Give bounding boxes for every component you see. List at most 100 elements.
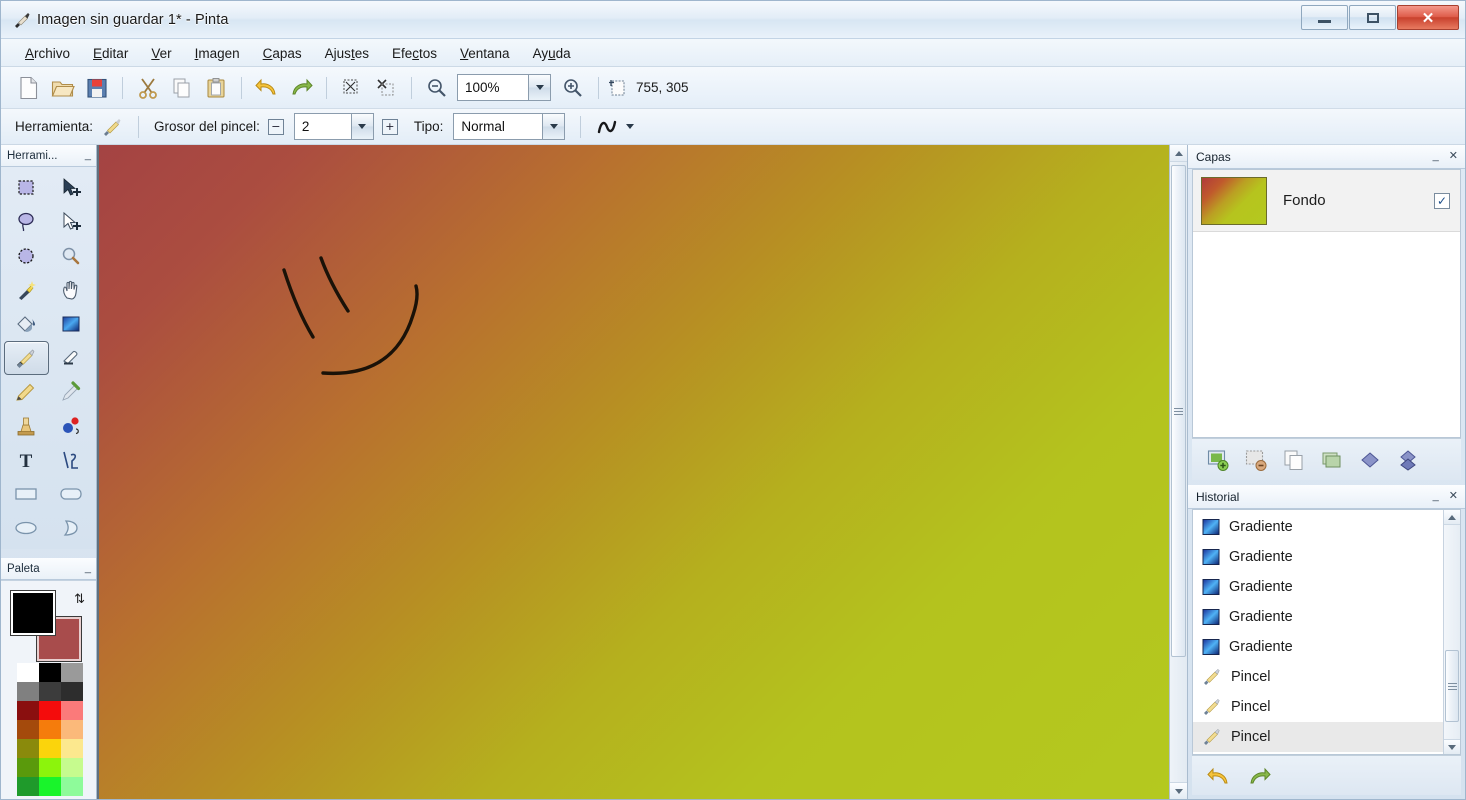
tool-zoom[interactable] — [49, 239, 94, 273]
brush-stroke-button[interactable] — [596, 117, 635, 137]
open-button[interactable] — [47, 73, 79, 103]
history-scroll-up-button[interactable] — [1444, 510, 1460, 525]
history-item[interactable]: Gradiente — [1193, 542, 1460, 572]
move-layer-up-button[interactable] — [1358, 448, 1382, 472]
swatch[interactable] — [17, 682, 39, 701]
history-scrollbar[interactable] — [1443, 510, 1460, 754]
redo-button[interactable] — [285, 73, 317, 103]
history-undo-button[interactable] — [1206, 765, 1232, 787]
zoom-out-button[interactable] — [421, 73, 453, 103]
scroll-up-button[interactable] — [1170, 145, 1187, 162]
history-list[interactable]: Gradiente Gradiente Gradiente Gradiente … — [1192, 509, 1461, 755]
tools-panel-minimize-icon[interactable]: _ — [85, 150, 91, 161]
history-scroll-thumb[interactable] — [1445, 650, 1459, 722]
swatch[interactable] — [17, 663, 39, 682]
swatch[interactable] — [17, 720, 39, 739]
zoom-in-button[interactable] — [557, 73, 589, 103]
thickness-combo[interactable]: 2 — [293, 113, 374, 140]
history-item[interactable]: Gradiente — [1193, 512, 1460, 542]
scroll-down-button[interactable] — [1170, 782, 1187, 799]
palette-panel-minimize-icon[interactable]: _ — [85, 563, 91, 574]
tool-ellipse-select[interactable] — [4, 239, 49, 273]
zoom-value-field[interactable]: 100% — [457, 74, 529, 101]
undo-button[interactable] — [251, 73, 283, 103]
blend-type-dropdown-arrow[interactable] — [543, 113, 566, 140]
tool-move-selection[interactable] — [49, 205, 94, 239]
new-button[interactable] — [13, 73, 45, 103]
brush-stroke-dropdown-arrow[interactable] — [626, 124, 635, 129]
image-canvas[interactable] — [99, 145, 1169, 799]
tool-color-picker[interactable] — [49, 375, 94, 409]
tool-line-curve[interactable] — [49, 443, 94, 477]
paste-button[interactable] — [200, 73, 232, 103]
tool-gradient[interactable] — [49, 307, 94, 341]
merge-layer-down-button[interactable] — [1320, 448, 1344, 472]
swatch[interactable] — [61, 663, 83, 682]
tool-clone-stamp[interactable] — [4, 409, 49, 443]
swatch[interactable] — [61, 758, 83, 777]
menu-ver[interactable]: Ver — [140, 42, 183, 64]
menu-archivo[interactable]: Archivo — [14, 42, 82, 64]
swatch[interactable] — [39, 739, 61, 758]
layers-panel-minimize-icon[interactable]: _ — [1433, 151, 1439, 162]
zoom-combo[interactable]: 100% — [457, 74, 551, 101]
delete-layer-button[interactable] — [1244, 448, 1268, 472]
primary-color-swatch[interactable] — [10, 590, 56, 636]
canvas-scroll-thumb[interactable] — [1171, 165, 1186, 657]
layers-list[interactable]: Fondo ✓ — [1192, 169, 1461, 438]
history-item[interactable]: Gradiente — [1193, 572, 1460, 602]
history-panel-close-icon[interactable]: ✕ — [1449, 491, 1458, 502]
zoom-dropdown-arrow[interactable] — [529, 74, 551, 101]
menu-ayuda[interactable]: Ayuda — [522, 42, 583, 64]
swatch[interactable] — [61, 739, 83, 758]
tool-pencil[interactable] — [4, 375, 49, 409]
tool-move-selected[interactable] — [49, 171, 94, 205]
history-scroll-down-button[interactable] — [1444, 739, 1460, 754]
add-layer-button[interactable] — [1206, 448, 1230, 472]
swatch[interactable] — [61, 777, 83, 796]
tool-rectangle[interactable] — [4, 477, 49, 511]
menu-capas[interactable]: Capas — [252, 42, 314, 64]
duplicate-layer-button[interactable] — [1282, 448, 1306, 472]
menu-efectos[interactable]: Efectos — [381, 42, 449, 64]
history-item[interactable]: Pincel — [1193, 722, 1460, 752]
swatch[interactable] — [39, 701, 61, 720]
canvas-vertical-scrollbar[interactable] — [1169, 145, 1187, 799]
swatch[interactable] — [17, 758, 39, 777]
tool-paint-bucket[interactable] — [4, 307, 49, 341]
minimize-button[interactable] — [1301, 5, 1348, 30]
tool-paintbrush[interactable] — [4, 341, 49, 375]
move-layer-down-button[interactable] — [1396, 448, 1420, 472]
layers-panel-close-icon[interactable]: ✕ — [1449, 151, 1458, 162]
tool-freeform-shape[interactable] — [49, 511, 94, 545]
tool-rounded-rectangle[interactable] — [49, 477, 94, 511]
blend-type-value[interactable]: Normal — [453, 113, 544, 140]
swatch[interactable] — [17, 777, 39, 796]
swatch[interactable] — [39, 720, 61, 739]
deselect-all-button[interactable] — [370, 73, 402, 103]
history-panel-minimize-icon[interactable]: _ — [1433, 491, 1439, 502]
layer-visibility-checkbox[interactable]: ✓ — [1434, 192, 1450, 209]
menu-imagen[interactable]: Imagen — [184, 42, 252, 64]
canvas-viewport[interactable] — [97, 145, 1169, 799]
swatch[interactable] — [39, 682, 61, 701]
thickness-value-field[interactable]: 2 — [293, 113, 352, 140]
swatch[interactable] — [17, 739, 39, 758]
tool-text[interactable]: T — [4, 443, 49, 477]
tool-eraser[interactable] — [49, 341, 94, 375]
history-item[interactable]: Gradiente — [1193, 602, 1460, 632]
save-button[interactable] — [81, 73, 113, 103]
tool-lasso-select[interactable] — [4, 205, 49, 239]
tool-recolor[interactable] — [49, 409, 94, 443]
thickness-dropdown-arrow[interactable] — [351, 113, 374, 140]
thickness-increase-button[interactable]: + — [381, 118, 398, 135]
history-item[interactable]: Pincel — [1193, 662, 1460, 692]
tool-rectangle-select[interactable] — [4, 171, 49, 205]
swap-colors-icon[interactable]: ⇅ — [74, 591, 85, 607]
menu-ventana[interactable]: Ventana — [449, 42, 522, 64]
maximize-button[interactable] — [1349, 5, 1396, 30]
close-button[interactable]: ✕ — [1397, 5, 1459, 30]
swatch[interactable] — [61, 682, 83, 701]
history-item[interactable]: Gradiente — [1193, 632, 1460, 662]
tool-pan[interactable] — [49, 273, 94, 307]
